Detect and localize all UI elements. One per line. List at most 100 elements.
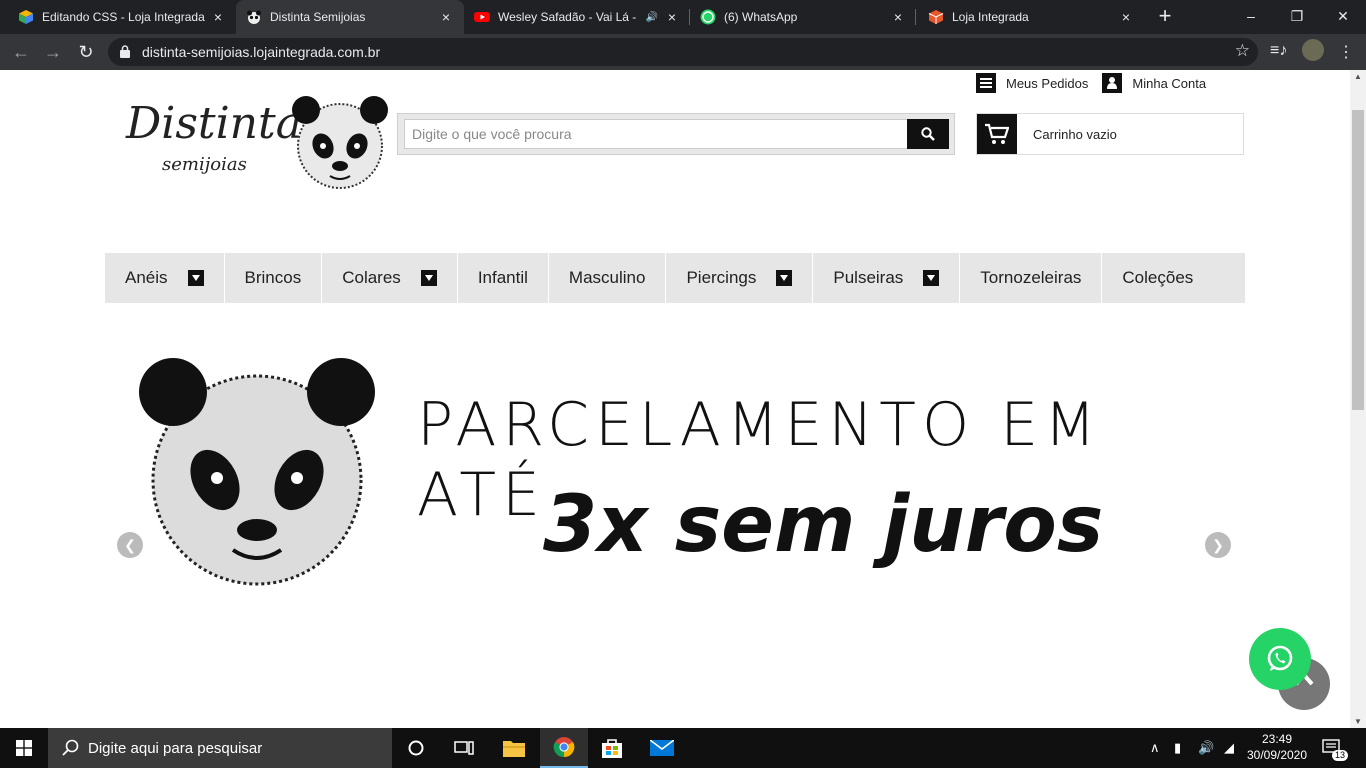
dropdown-arrow-icon[interactable] [420,270,437,286]
speaker-icon[interactable]: 🔊 [646,12,658,23]
close-icon[interactable]: × [664,9,680,25]
banner-subheadline: 3x sem juros [543,480,1104,570]
taskbar-search-box[interactable]: Digite aqui para pesquisar [48,728,392,768]
lock-icon [120,45,130,58]
promo-banner[interactable]: PARCELAMENTO EM ATÉ 3x sem juros ❮ ❯ [105,340,1245,610]
notification-count-badge: 13 [1332,750,1349,761]
whatsapp-float-button[interactable] [1249,628,1311,690]
my-account-link[interactable]: Minha Conta [1102,73,1206,93]
new-tab-button[interactable]: + [1152,4,1178,30]
taskbar-search-placeholder: Digite aqui para pesquisar [88,739,263,757]
profile-avatar[interactable] [1302,39,1324,61]
menu-item-colares[interactable]: Colares [322,253,458,303]
dropdown-arrow-icon[interactable] [923,270,940,286]
top-links: Meus Pedidos Minha Conta [976,72,1220,94]
my-account-label: Minha Conta [1132,75,1207,91]
logo-title: Distinta [126,98,302,149]
scroll-down-arrow-icon[interactable]: ▼ [1353,717,1363,726]
site-logo[interactable]: Distinta semijoias [120,92,395,202]
start-button[interactable] [0,728,48,768]
box-icon [928,10,944,24]
tab-label: Wesley Safadão - Vai Lá - [498,10,637,24]
cortana-button[interactable] [392,728,440,768]
minimize-button[interactable]: – [1228,0,1274,34]
close-icon[interactable]: × [890,9,906,25]
dropdown-arrow-icon[interactable] [187,270,204,286]
mail-icon [650,740,674,756]
battery-icon[interactable]: ▮ [1174,728,1181,768]
chrome-taskbar-button[interactable] [540,728,588,768]
tab-editando-css[interactable]: Editando CSS - Loja Integrada × [8,0,236,34]
taskbar-clock[interactable]: 23:49 30/09/2020 [1240,731,1314,763]
close-icon[interactable]: × [210,9,226,25]
store-button[interactable] [588,728,636,768]
logo-subtitle: semijoias [162,154,247,175]
file-explorer-button[interactable] [490,728,538,768]
panda-icon [247,10,261,24]
volume-icon[interactable]: 🔊 [1198,728,1214,768]
tab-youtube[interactable]: Wesley Safadão - Vai Lá - 🔊 × [464,0,690,34]
search-icon [921,127,935,141]
show-hidden-icons-button[interactable]: ∧ [1150,728,1160,768]
mail-button[interactable] [638,728,686,768]
my-orders-label: Meus Pedidos [1006,75,1089,91]
store-bag-icon [602,739,622,758]
menu-item-label: Coleções [1122,268,1194,287]
my-orders-link[interactable]: Meus Pedidos [976,73,1088,93]
menu-kebab-icon[interactable]: ⋮ [1338,42,1354,62]
menu-item-aneis[interactable]: Anéis [105,253,225,303]
bookmark-star-icon[interactable]: ☆ [1235,41,1250,61]
search-icon [62,739,79,756]
windows-taskbar: Digite aqui para pesquisar ∧ ▮ 🔊 ◢ 23:49… [0,728,1366,768]
menu-item-masculino[interactable]: Masculino [549,253,667,303]
notification-center-button[interactable]: 13 [1322,728,1349,768]
close-icon[interactable]: × [1118,9,1134,25]
menu-item-label: Pulseiras [833,268,904,287]
page-scrollbar[interactable]: ▲ ▼ [1350,70,1366,728]
tab-label: Editando CSS - Loja Integrada [42,10,205,24]
menu-item-pulseiras[interactable]: Pulseiras [813,253,961,303]
browser-toolbar: ← → ↻ distinta-semijoias.lojaintegrada.c… [0,34,1366,70]
menu-item-brincos[interactable]: Brincos [225,253,323,303]
tab-whatsapp[interactable]: (6) WhatsApp × [690,0,916,34]
clock-date: 30/09/2020 [1246,748,1308,762]
clock-time: 23:49 [1261,732,1293,746]
close-icon[interactable]: × [438,9,454,25]
tab-strip: Editando CSS - Loja Integrada × Distinta… [0,0,1366,34]
cart-widget[interactable]: Carrinho vazio [976,113,1244,155]
tab-label: (6) WhatsApp [724,10,798,24]
scroll-up-arrow-icon[interactable]: ▲ [1353,72,1363,81]
window-close-button[interactable]: ✕ [1320,0,1366,34]
media-control-icon[interactable]: ≡♪ [1270,42,1287,60]
cortana-circle-icon [408,740,424,756]
task-view-button[interactable] [440,728,488,768]
dropdown-arrow-icon[interactable] [776,270,793,286]
restore-button[interactable]: ❐ [1274,0,1320,34]
menu-item-colecoes[interactable]: Coleções [1102,253,1213,303]
carousel-prev-button[interactable]: ❮ [117,532,143,558]
tab-loja-integrada[interactable]: Loja Integrada × [918,0,1144,34]
youtube-icon [474,12,490,22]
tab-distinta-semijoias[interactable]: Distinta Semijoias × [236,0,464,34]
wifi-icon[interactable]: ◢ [1224,728,1234,768]
carousel-next-button[interactable]: ❯ [1205,532,1231,558]
whatsapp-icon [1267,645,1293,671]
scrollbar-thumb[interactable] [1352,110,1364,410]
chrome-icon [553,737,575,758]
search-input[interactable] [404,119,908,149]
reload-button[interactable]: ↻ [74,40,98,64]
menu-item-label: Colares [342,268,401,287]
menu-item-infantil[interactable]: Infantil [458,253,549,303]
back-button[interactable]: ← [9,40,33,64]
whatsapp-icon [700,9,716,25]
loja-integrada-icon [19,10,33,24]
cart-label: Carrinho vazio [1033,126,1117,142]
address-bar[interactable]: distinta-semijoias.lojaintegrada.com.br … [108,38,1258,66]
menu-item-tornozeleiras[interactable]: Tornozeleiras [960,253,1103,303]
forward-button[interactable]: → [41,40,65,64]
menu-item-label: Infantil [477,268,528,287]
category-menu: Anéis Brincos Colares Infantil Masculino… [105,253,1245,303]
list-icon [976,73,996,93]
search-button[interactable] [907,119,949,149]
menu-item-piercings[interactable]: Piercings [666,253,814,303]
